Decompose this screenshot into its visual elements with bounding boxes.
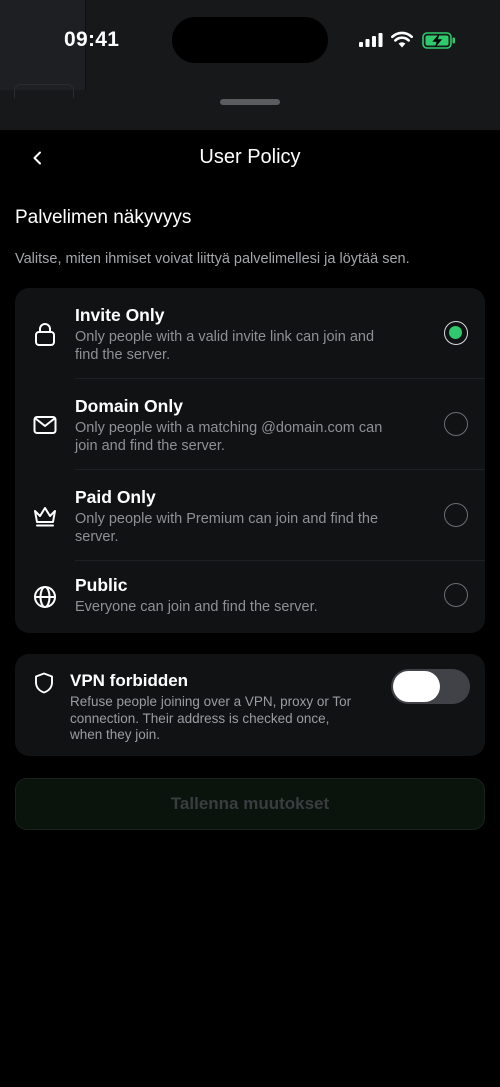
background-element	[14, 84, 74, 98]
option-description: Only people with a matching @domain.com …	[75, 420, 383, 454]
option-paid-only[interactable]: Paid Only Only people with Premium can j…	[15, 470, 485, 561]
vpn-toggle[interactable]	[391, 669, 470, 704]
status-time: 09:41	[64, 28, 120, 51]
section-description: Valitse, miten ihmiset voivat liittyä pa…	[15, 251, 410, 267]
lock-icon	[35, 323, 55, 346]
radio-unselected[interactable]	[444, 583, 468, 607]
option-domain-only[interactable]: Domain Only Only people with a matching …	[15, 379, 485, 470]
navigation-bar: User Policy	[0, 130, 500, 186]
option-invite-only[interactable]: Invite Only Only people with a valid inv…	[15, 288, 485, 379]
sheet-grabber[interactable]	[220, 99, 280, 105]
vpn-label: VPN forbidden	[70, 671, 189, 690]
radio-unselected[interactable]	[444, 412, 468, 436]
crown-icon	[34, 507, 56, 527]
shield-icon	[35, 672, 53, 694]
dynamic-island	[172, 17, 328, 63]
option-label: Domain Only	[75, 396, 183, 416]
cellular-signal-icon	[359, 33, 383, 47]
section-title: Palvelimen näkyvyys	[15, 207, 192, 228]
option-label: Invite Only	[75, 305, 165, 325]
vpn-setting-card: VPN forbidden Refuse people joining over…	[15, 654, 485, 756]
option-label: Public	[75, 575, 128, 595]
page-title: User Policy	[199, 146, 301, 168]
option-description: Only people with Premium can join and fi…	[75, 511, 379, 545]
vpn-description: Refuse people joining over a VPN, proxy …	[70, 694, 352, 742]
status-bar: 09:41	[0, 0, 500, 80]
battery-charging-icon	[422, 32, 455, 49]
option-label: Paid Only	[75, 487, 156, 507]
option-description: Only people with a valid invite link can…	[75, 329, 375, 363]
globe-icon	[34, 586, 56, 608]
option-public[interactable]: Public Everyone can join and find the se…	[15, 561, 485, 633]
option-description: Everyone can join and find the server.	[75, 599, 318, 615]
save-changes-button[interactable]: Tallenna muutokset	[15, 778, 485, 830]
mail-icon	[33, 416, 57, 434]
user-policy-sheet: User Policy Palvelimen näkyvyys Valitse,…	[0, 130, 500, 1087]
radio-selected[interactable]	[444, 321, 468, 345]
visibility-options-card: Invite Only Only people with a valid inv…	[15, 288, 485, 633]
toggle-knob	[393, 671, 440, 702]
radio-unselected[interactable]	[444, 503, 468, 527]
wifi-icon	[391, 31, 413, 48]
